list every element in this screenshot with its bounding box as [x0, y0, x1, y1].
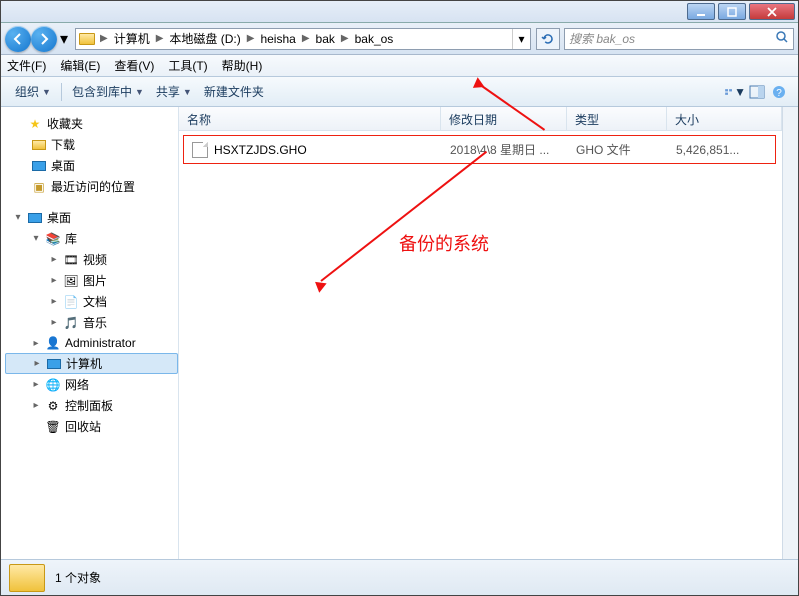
- crumb-heisha[interactable]: heisha: [256, 29, 299, 49]
- pictures-icon: 🖼: [63, 273, 79, 289]
- search-placeholder: 搜索 bak_os: [569, 30, 775, 47]
- recent-icon: ▣: [31, 179, 47, 195]
- file-date: 2018\4\8 星期日 ...: [442, 141, 568, 158]
- annotation-label: 备份的系统: [399, 230, 489, 256]
- downloads-icon: [31, 137, 47, 153]
- col-type[interactable]: 类型: [567, 107, 667, 130]
- maximize-button[interactable]: [718, 3, 746, 20]
- address-bar[interactable]: ▶ 计算机▶ 本地磁盘 (D:)▶ heisha▶ bak▶ bak_os ▾: [75, 28, 531, 50]
- network-icon: 🌐: [45, 377, 61, 393]
- folder-icon: [79, 33, 95, 45]
- command-bar: 组织▼ 包含到库中▼ 共享▼ 新建文件夹 ▼ ?: [1, 77, 798, 107]
- nav-tree: ★收藏夹 下载 桌面 ▣最近访问的位置 ▾桌面 ▾📚库 ▸🎞视频 ▸🖼图片 ▸📄…: [1, 107, 179, 559]
- address-dropdown[interactable]: ▾: [512, 29, 530, 49]
- tree-computer[interactable]: ▸计算机: [5, 353, 178, 374]
- menu-help[interactable]: 帮助(H): [222, 57, 263, 74]
- music-icon: 🎵: [63, 315, 79, 331]
- col-date[interactable]: 修改日期: [441, 107, 567, 130]
- menu-tools[interactable]: 工具(T): [168, 57, 207, 74]
- tree-desktop-root[interactable]: ▾桌面: [5, 207, 178, 228]
- desktop-icon: [31, 158, 47, 174]
- tree-recent[interactable]: ▣最近访问的位置: [5, 176, 178, 197]
- close-button[interactable]: [749, 3, 795, 20]
- forward-button[interactable]: [31, 26, 57, 52]
- crumb-bak-os[interactable]: bak_os: [351, 29, 398, 49]
- control-panel-icon: ⚙: [45, 398, 61, 414]
- tree-videos[interactable]: ▸🎞视频: [5, 249, 178, 270]
- file-icon: [192, 142, 208, 158]
- new-folder-button[interactable]: 新建文件夹: [198, 83, 270, 100]
- refresh-button[interactable]: [536, 28, 560, 50]
- search-box[interactable]: 搜索 bak_os: [564, 28, 794, 50]
- tree-network[interactable]: ▸🌐网络: [5, 374, 178, 395]
- tree-admin[interactable]: ▸👤Administrator: [5, 333, 178, 353]
- search-icon: [775, 30, 789, 47]
- tree-pictures[interactable]: ▸🖼图片: [5, 270, 178, 291]
- computer-icon: [46, 356, 62, 372]
- file-name: HSXTZJDS.GHO: [214, 143, 307, 157]
- titlebar: [1, 1, 798, 23]
- recycle-icon: 🗑: [45, 419, 61, 435]
- scrollbar[interactable]: [782, 107, 798, 559]
- crumb-drive[interactable]: 本地磁盘 (D:): [165, 29, 244, 49]
- share-button[interactable]: 共享▼: [150, 83, 198, 100]
- tree-recycle-bin[interactable]: 🗑回收站: [5, 416, 178, 437]
- folder-icon: [9, 564, 45, 592]
- file-size: 5,426,851...: [668, 143, 775, 157]
- user-icon: 👤: [45, 335, 61, 351]
- nav-history-dropdown[interactable]: ▾: [57, 31, 71, 47]
- view-options-button[interactable]: ▼: [724, 81, 746, 103]
- documents-icon: 📄: [63, 294, 79, 310]
- tree-desktop-fav[interactable]: 桌面: [5, 155, 178, 176]
- col-size[interactable]: 大小: [667, 107, 782, 130]
- videos-icon: 🎞: [63, 252, 79, 268]
- tree-favorites[interactable]: ★收藏夹: [5, 113, 178, 134]
- library-icon: 📚: [45, 231, 61, 247]
- tree-downloads[interactable]: 下载: [5, 134, 178, 155]
- status-count: 1 个对象: [55, 569, 101, 586]
- minimize-button[interactable]: [687, 3, 715, 20]
- file-list[interactable]: HSXTZJDS.GHO 2018\4\8 星期日 ... GHO 文件 5,4…: [179, 131, 782, 559]
- star-icon: ★: [27, 116, 43, 132]
- crumb-bak[interactable]: bak: [312, 29, 339, 49]
- help-button[interactable]: ?: [768, 81, 790, 103]
- annotation-highlight-box: HSXTZJDS.GHO 2018\4\8 星期日 ... GHO 文件 5,4…: [183, 135, 776, 164]
- crumb-computer[interactable]: 计算机: [110, 29, 154, 49]
- organize-button[interactable]: 组织▼: [9, 83, 57, 100]
- preview-pane-button[interactable]: [746, 81, 768, 103]
- tree-documents[interactable]: ▸📄文档: [5, 291, 178, 312]
- tree-control-panel[interactable]: ▸⚙控制面板: [5, 395, 178, 416]
- menu-file[interactable]: 文件(F): [7, 57, 46, 74]
- menu-edit[interactable]: 编辑(E): [60, 57, 100, 74]
- desktop-icon: [27, 210, 43, 226]
- column-headers: 名称 修改日期 类型 大小: [179, 107, 782, 131]
- menu-view[interactable]: 查看(V): [114, 57, 154, 74]
- nav-row: ▾ ▶ 计算机▶ 本地磁盘 (D:)▶ heisha▶ bak▶ bak_os …: [1, 23, 798, 55]
- status-bar: 1 个对象: [1, 559, 798, 595]
- annotation-arrow: [320, 151, 487, 282]
- file-type: GHO 文件: [568, 141, 668, 158]
- svg-text:?: ?: [776, 88, 782, 99]
- col-name[interactable]: 名称: [179, 107, 441, 130]
- include-library-button[interactable]: 包含到库中▼: [66, 83, 150, 100]
- back-button[interactable]: [5, 26, 31, 52]
- tree-libraries[interactable]: ▾📚库: [5, 228, 178, 249]
- tree-music[interactable]: ▸🎵音乐: [5, 312, 178, 333]
- menu-bar: 文件(F) 编辑(E) 查看(V) 工具(T) 帮助(H): [1, 55, 798, 77]
